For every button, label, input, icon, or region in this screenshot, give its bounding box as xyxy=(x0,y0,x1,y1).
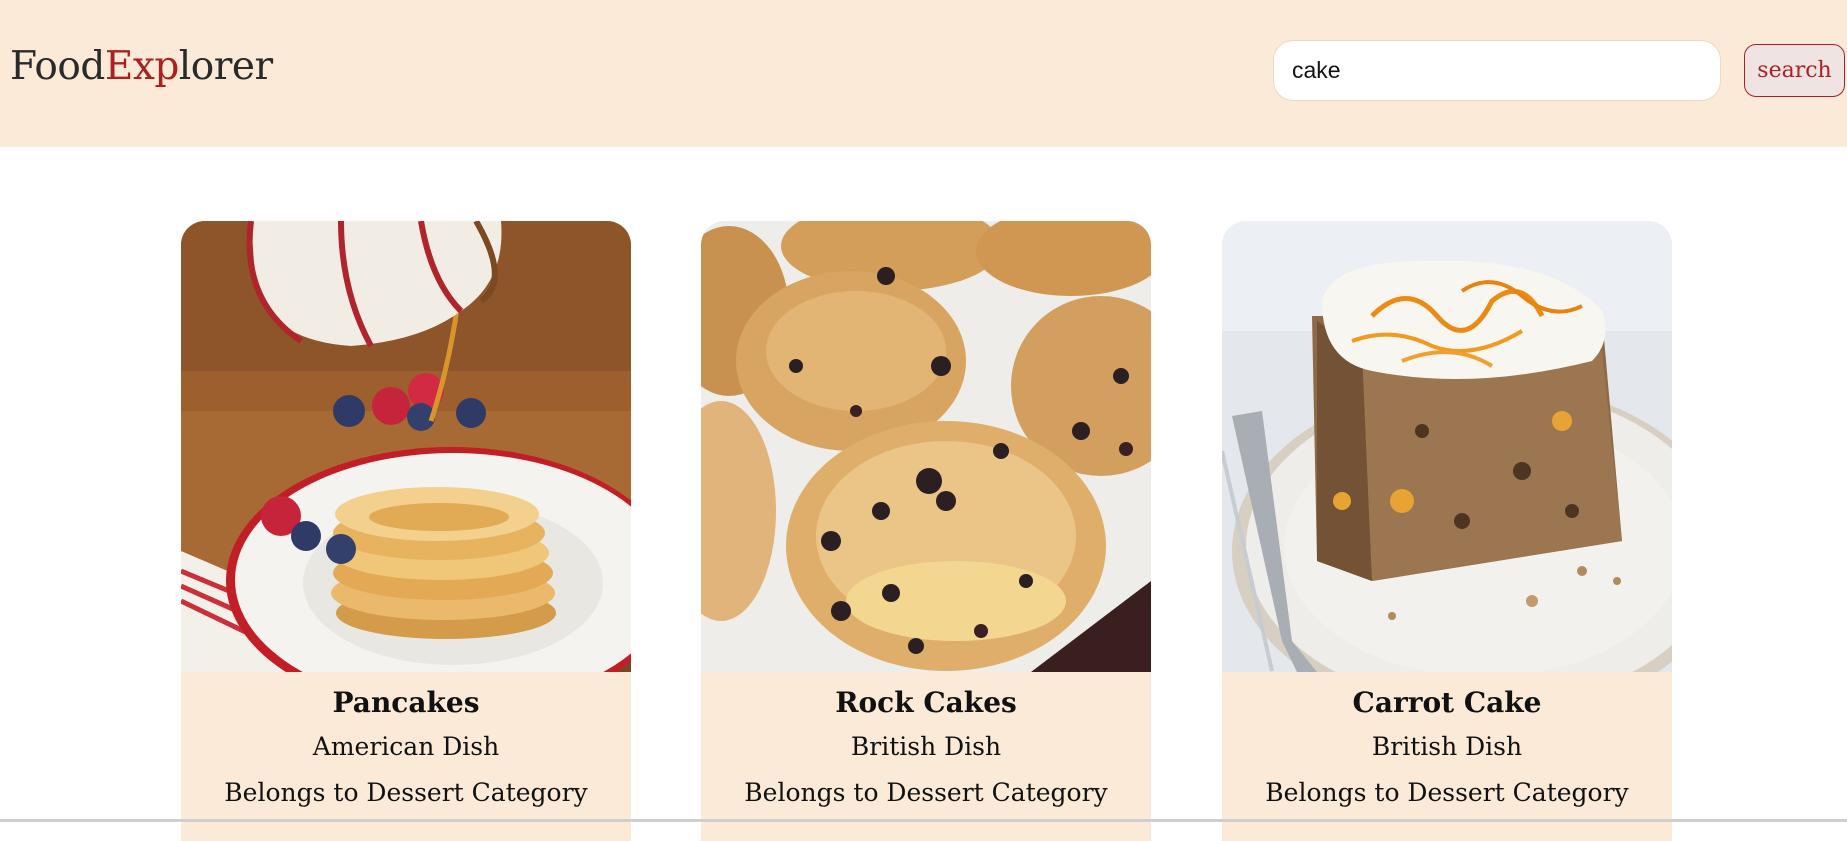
meal-title[interactable]: Pancakes xyxy=(181,686,631,720)
logo-text-lorer: lorer xyxy=(178,44,273,89)
site-logo[interactable]: FoodExplorer xyxy=(10,44,273,89)
site-header: FoodExplorer search xyxy=(0,0,1847,147)
meal-title[interactable]: Rock Cakes xyxy=(701,686,1151,720)
meal-card[interactable]: Pancakes American Dish Belongs to Desser… xyxy=(181,221,631,841)
meal-category: Belongs to Dessert Category xyxy=(744,778,1108,807)
search-button[interactable]: search xyxy=(1744,44,1845,97)
meal-category: Belongs to Dessert Category xyxy=(1265,778,1629,807)
logo-text-exp: Exp xyxy=(104,44,179,89)
pancakes-photo xyxy=(181,221,631,672)
meal-card-info: Pancakes American Dish Belongs to Desser… xyxy=(181,686,631,808)
meal-card[interactable]: Rock Cakes British Dish Belongs to Desse… xyxy=(701,221,1151,841)
meal-area: American Dish xyxy=(312,732,500,761)
meal-card-info: Carrot Cake British Dish Belongs to Dess… xyxy=(1222,686,1672,808)
rock-cakes-photo xyxy=(701,221,1151,672)
meal-category: Belongs to Dessert Category xyxy=(224,778,588,807)
meal-area: British Dish xyxy=(1371,732,1523,761)
search-input[interactable] xyxy=(1273,40,1721,101)
meal-card[interactable]: Carrot Cake British Dish Belongs to Dess… xyxy=(1222,221,1672,841)
meal-title[interactable]: Carrot Cake xyxy=(1222,686,1672,720)
meal-area: British Dish xyxy=(850,732,1002,761)
meal-card-info: Rock Cakes British Dish Belongs to Desse… xyxy=(701,686,1151,808)
logo-text-food: Food xyxy=(10,44,105,89)
carrot-cake-photo xyxy=(1222,221,1672,672)
